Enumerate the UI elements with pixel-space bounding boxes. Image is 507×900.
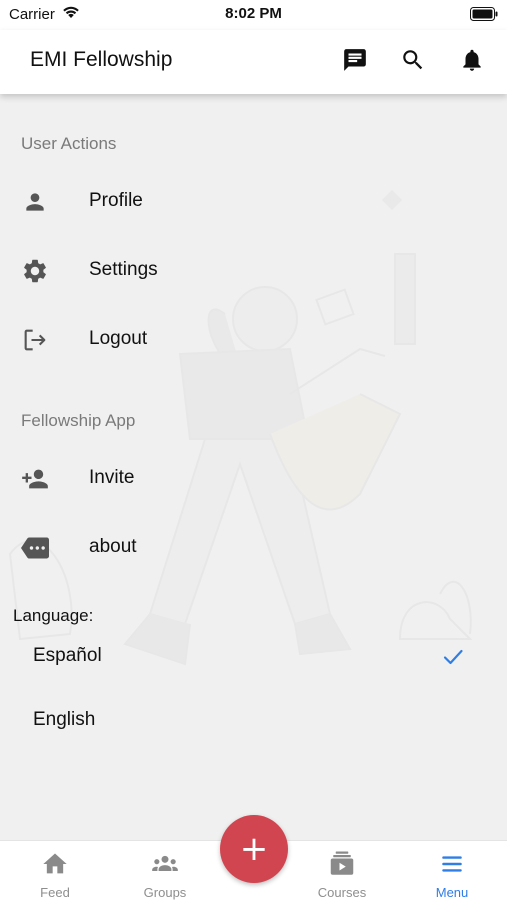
language-option-english[interactable]: English	[0, 695, 507, 747]
home-icon	[10, 850, 100, 878]
tab-label: Groups	[143, 885, 187, 900]
create-post-button[interactable]: +	[220, 815, 288, 883]
language-option-espanol[interactable]: Español	[0, 631, 507, 683]
language-option-label: English	[33, 709, 96, 730]
section-header-fellowship: Fellowship App	[21, 411, 136, 430]
tab-menu[interactable]: Menu	[407, 841, 497, 900]
tab-courses[interactable]: Courses	[297, 841, 387, 900]
battery-icon	[470, 7, 498, 26]
groups-icon	[120, 850, 210, 878]
menu-item-label: Profile	[89, 190, 143, 211]
gear-icon	[20, 256, 50, 286]
section-header-user-actions: User Actions	[21, 134, 117, 153]
menu-item-settings[interactable]: Settings	[0, 241, 507, 301]
menu-item-logout[interactable]: Logout	[0, 310, 507, 370]
more-tag-icon	[20, 533, 50, 563]
menu-item-about[interactable]: about	[0, 518, 507, 578]
tab-groups[interactable]: Groups	[120, 841, 210, 900]
tab-label: Courses	[317, 885, 367, 900]
menu-item-label: Invite	[89, 467, 135, 488]
person-icon	[20, 187, 50, 217]
video-library-icon	[297, 850, 387, 878]
checkmark-icon	[440, 645, 466, 674]
menu-item-invite[interactable]: Invite	[0, 449, 507, 509]
menu-screen: User Actions Profile Settings Logout Fel…	[0, 94, 507, 840]
clock: 8:02 PM	[225, 5, 282, 22]
app-bar: EMI Fellowship	[0, 30, 507, 94]
hamburger-icon	[407, 850, 497, 878]
chat-icon[interactable]	[340, 45, 370, 75]
menu-item-label: Logout	[89, 328, 148, 349]
language-option-label: Español	[33, 645, 102, 666]
add-person-icon	[20, 464, 50, 494]
tab-label: Feed	[40, 885, 70, 900]
search-icon[interactable]	[398, 45, 428, 75]
menu-item-label: about	[89, 536, 137, 557]
tab-feed[interactable]: Feed	[10, 841, 100, 900]
menu-item-profile[interactable]: Profile	[0, 172, 507, 232]
language-label: Language:	[13, 606, 94, 625]
status-bar: Carrier 8:02 PM	[0, 0, 507, 30]
app-title: EMI Fellowship	[30, 48, 173, 71]
plus-icon: +	[239, 829, 269, 869]
tab-label: Menu	[435, 885, 469, 900]
logout-icon	[20, 325, 50, 355]
bell-icon[interactable]	[457, 45, 487, 75]
menu-item-label: Settings	[89, 259, 158, 280]
